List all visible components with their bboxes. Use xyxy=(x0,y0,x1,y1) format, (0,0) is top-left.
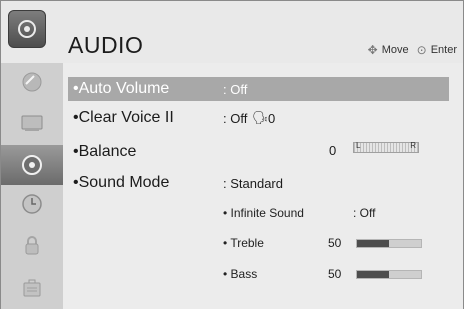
lock-icon xyxy=(25,235,39,254)
clear-voice-value: : Off xyxy=(223,111,248,126)
infinite-sound-label[interactable]: • Infinite Sound xyxy=(223,206,304,220)
move-arrows-icon: ✥ xyxy=(367,43,378,57)
menu-header: AUDIO ✥ Move ⊙ Enter xyxy=(1,1,463,63)
audio-disc-icon xyxy=(8,10,46,48)
hint-enter-label: Enter xyxy=(430,44,457,56)
clear-voice-label[interactable]: •Clear Voice II xyxy=(73,109,174,127)
treble-slider-fill xyxy=(357,240,389,247)
sidebar-item-time[interactable] xyxy=(1,187,63,220)
bass-slider[interactable] xyxy=(356,270,422,279)
infinite-sound-value: : Off xyxy=(353,206,376,220)
sidebar xyxy=(1,63,63,309)
treble-value: 50 xyxy=(328,236,342,250)
balance-label[interactable]: •Balance xyxy=(73,143,136,161)
audio-menu-window: AUDIO ✥ Move ⊙ Enter •Auto Volume : Off … xyxy=(0,0,464,309)
sidebar-item-audio[interactable] xyxy=(1,145,63,185)
balance-left-mark: L xyxy=(356,141,361,150)
treble-label[interactable]: • Treble xyxy=(223,236,264,250)
sidebar-item-option[interactable] xyxy=(1,271,63,304)
treble-slider[interactable] xyxy=(356,239,422,248)
auto-volume-value: : Off xyxy=(223,82,248,97)
picture-screen-icon xyxy=(21,115,43,131)
sound-mode-value: : Standard xyxy=(223,176,283,191)
sidebar-item-channel[interactable] xyxy=(1,65,63,98)
navigation-hints: ✥ Move ⊙ Enter xyxy=(368,43,457,57)
bass-label[interactable]: • Bass xyxy=(223,267,257,281)
bass-slider-fill xyxy=(357,271,389,278)
bass-value: 50 xyxy=(328,267,342,281)
satellite-dish-icon xyxy=(22,72,42,91)
auto-volume-label: •Auto Volume xyxy=(73,80,170,97)
clock-icon xyxy=(22,193,42,214)
sound-mode-label[interactable]: •Sound Mode xyxy=(73,174,169,192)
audio-disc-icon xyxy=(22,155,42,175)
sidebar-item-picture[interactable] xyxy=(1,106,63,139)
balance-right-mark: R xyxy=(410,141,416,150)
hint-move-label: Move xyxy=(381,44,409,56)
balance-value: 0 xyxy=(329,143,337,158)
page-title: AUDIO xyxy=(68,32,144,58)
voice-bubble-icon: 🗣 xyxy=(252,110,269,125)
options-briefcase-icon xyxy=(23,279,41,296)
sidebar-item-lock[interactable] xyxy=(1,228,63,261)
enter-circle-icon: ⊙ xyxy=(416,43,427,57)
clear-voice-level: 0 xyxy=(268,111,276,126)
audio-settings-list: •Auto Volume : Off •Clear Voice II : Off… xyxy=(63,63,463,309)
balance-slider[interactable]: L R xyxy=(353,141,419,153)
